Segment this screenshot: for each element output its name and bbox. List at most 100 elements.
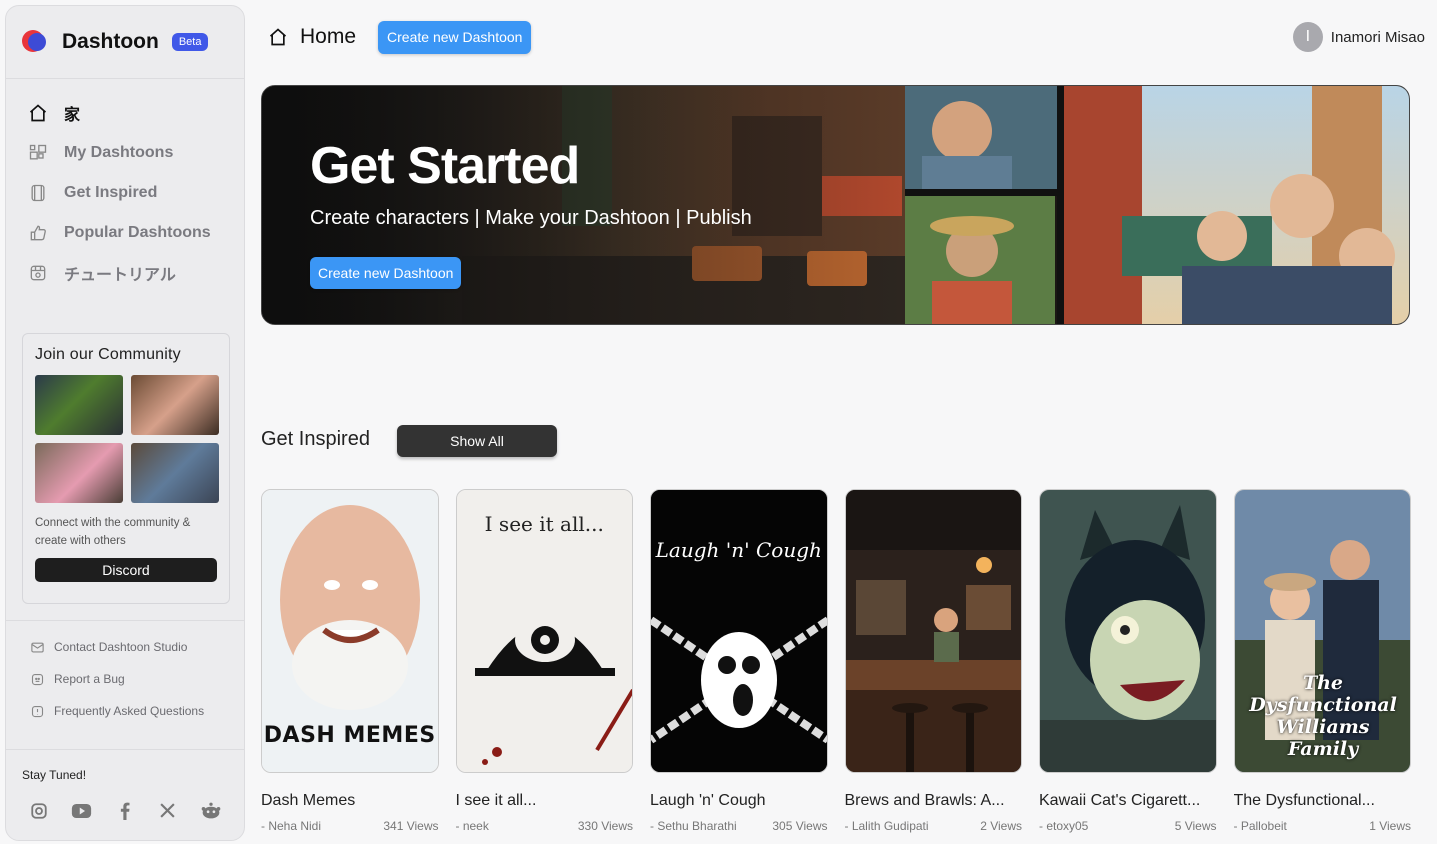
card-cover-text: DASH MEMES bbox=[263, 723, 436, 748]
brand[interactable]: Dashtoon Beta bbox=[6, 6, 244, 79]
faq-label: Frequently Asked Questions bbox=[54, 704, 205, 718]
thumbs-up-icon bbox=[30, 225, 46, 241]
sidebar-item-popular[interactable]: Popular Dashtoons bbox=[6, 213, 244, 253]
faq-link[interactable]: Frequently Asked Questions bbox=[6, 695, 244, 727]
support-links: Contact Dashtoon Studio Report a Bug Fre… bbox=[6, 620, 244, 727]
card-views: 2 Views bbox=[980, 819, 1022, 833]
sidebar-item-get-inspired[interactable]: Get Inspired bbox=[6, 173, 244, 213]
x-icon[interactable] bbox=[157, 800, 178, 821]
card-cover: Laugh 'n' Cough bbox=[650, 489, 828, 773]
community-title: Join our Community bbox=[35, 346, 181, 363]
sidebar-item-label: Get Inspired bbox=[64, 184, 158, 201]
card-cover bbox=[1039, 489, 1217, 773]
contact-link[interactable]: Contact Dashtoon Studio bbox=[6, 631, 244, 663]
stay-tuned: Stay Tuned! bbox=[6, 749, 244, 821]
card-title: Kawaii Cat's Cigarett... bbox=[1039, 792, 1201, 809]
user-name: Inamori Misao bbox=[1330, 28, 1425, 46]
hero-banner: Get Started Create characters | Make you… bbox=[261, 85, 1410, 325]
dashtoon-card[interactable]: I see it all... I see it all... - neek 3… bbox=[455, 489, 634, 833]
dashtoon-card[interactable]: Kawaii Cat's Cigarett... - etoxy05 5 Vie… bbox=[1039, 489, 1217, 833]
mail-icon bbox=[31, 642, 44, 652]
card-title: I see it all... bbox=[455, 792, 537, 809]
card-cover bbox=[844, 489, 1022, 773]
hero-artwork bbox=[262, 86, 1409, 324]
card-views: 341 Views bbox=[383, 819, 439, 833]
instagram-icon[interactable] bbox=[28, 800, 49, 821]
sidebar-item-label: Popular Dashtoons bbox=[64, 224, 211, 241]
tutorial-icon bbox=[30, 265, 46, 281]
hero-title: Get Started bbox=[310, 137, 580, 195]
inspired-cards: DASH MEMES Dash Memes - Neha Nidi 341 Vi… bbox=[261, 489, 1411, 833]
dashtoon-card[interactable]: DASH MEMES Dash Memes - Neha Nidi 341 Vi… bbox=[261, 489, 439, 833]
show-all-button[interactable]: Show All bbox=[397, 425, 557, 457]
community-images bbox=[35, 375, 219, 503]
card-cover: I see it all... bbox=[455, 489, 633, 773]
card-title: Brews and Brawls: A... bbox=[844, 792, 1005, 809]
sidebar-item-my-dashtoons[interactable]: My Dashtoons bbox=[6, 133, 244, 173]
card-meta: - Lalith Gudipati 2 Views bbox=[845, 819, 1023, 833]
community-image-elephant bbox=[131, 443, 219, 503]
card-cover-text: Laugh 'n' Cough bbox=[655, 538, 822, 562]
brand-name: Dashtoon bbox=[62, 30, 159, 53]
discord-button[interactable]: Discord bbox=[35, 558, 217, 582]
card-meta: - etoxy05 5 Views bbox=[1039, 819, 1217, 833]
top-bar: Home Create new Dashtoon bbox=[268, 20, 532, 54]
sidebar-item-label: My Dashtoons bbox=[64, 144, 174, 161]
create-dashtoon-button[interactable]: Create new Dashtoon bbox=[378, 20, 532, 54]
card-cover-text: I see it all... bbox=[484, 512, 604, 536]
bug-icon bbox=[31, 673, 44, 685]
dashtoon-card[interactable]: The Dysfunctional Williams Family The Dy… bbox=[1233, 489, 1412, 833]
card-author: - Lalith Gudipati bbox=[844, 819, 929, 833]
beta-badge: Beta bbox=[171, 33, 209, 51]
card-author: - etoxy05 bbox=[1039, 819, 1089, 833]
card-meta: - Pallobeit 1 Views bbox=[1234, 819, 1412, 833]
social-links bbox=[22, 800, 228, 821]
card-meta: - Neha Nidi 341 Views bbox=[261, 819, 439, 833]
card-meta: - neek 330 Views bbox=[456, 819, 634, 833]
avatar: I bbox=[1292, 22, 1323, 52]
reddit-icon[interactable] bbox=[200, 800, 221, 821]
card-title: Laugh 'n' Cough bbox=[650, 792, 766, 809]
layers-icon bbox=[31, 184, 45, 202]
report-bug-label: Report a Bug bbox=[54, 672, 125, 686]
sidebar-item-home[interactable]: 家 bbox=[6, 93, 244, 133]
card-title: The Dysfunctional... bbox=[1233, 792, 1375, 809]
card-views: 330 Views bbox=[577, 819, 633, 833]
home-icon[interactable] bbox=[268, 27, 288, 47]
card-cover-art bbox=[651, 490, 827, 772]
community-image-pig bbox=[131, 375, 219, 435]
card-cover: The Dysfunctional Williams Family bbox=[1233, 489, 1411, 773]
user-menu[interactable]: I Inamori Misao bbox=[1292, 22, 1425, 52]
community-image-bird bbox=[35, 443, 123, 503]
hero-subtitle: Create characters | Make your Dashtoon |… bbox=[310, 207, 752, 229]
card-author: - Sethu Bharathi bbox=[650, 819, 737, 833]
dashtoon-logo bbox=[22, 29, 48, 55]
sidebar-nav: 家 My Dashtoons Get Inspired Popular Dash… bbox=[6, 79, 244, 293]
card-author: - Pallobeit bbox=[1233, 819, 1287, 833]
card-views: 305 Views bbox=[772, 819, 828, 833]
contact-label: Contact Dashtoon Studio bbox=[54, 640, 188, 654]
card-cover-art bbox=[1040, 490, 1216, 772]
hero-create-button[interactable]: Create new Dashtoon bbox=[310, 257, 462, 289]
community-image-frog bbox=[35, 375, 123, 435]
card-title: Dash Memes bbox=[261, 792, 356, 809]
report-bug-link[interactable]: Report a Bug bbox=[6, 663, 244, 695]
card-cover-text: The Dysfunctional Williams Family bbox=[1249, 672, 1397, 760]
stay-tuned-label: Stay Tuned! bbox=[22, 768, 87, 782]
home-icon bbox=[29, 104, 47, 122]
youtube-icon[interactable] bbox=[71, 800, 92, 821]
grid-icon bbox=[29, 144, 47, 160]
card-views: 1 Views bbox=[1369, 819, 1411, 833]
dashtoon-card[interactable]: Brews and Brawls: A... - Lalith Gudipati… bbox=[844, 489, 1023, 833]
community-card: Join our Community Connect with the comm… bbox=[22, 333, 230, 604]
card-author: - Neha Nidi bbox=[261, 819, 322, 833]
sidebar: Dashtoon Beta 家 My Dashtoons Get Inspire… bbox=[5, 5, 245, 841]
dashtoon-card[interactable]: Laugh 'n' Cough Laugh 'n' Cough - Sethu … bbox=[650, 489, 828, 833]
facebook-icon[interactable] bbox=[114, 800, 135, 821]
card-meta: - Sethu Bharathi 305 Views bbox=[650, 819, 828, 833]
sidebar-item-tutorial[interactable]: チュートリアル bbox=[6, 253, 244, 293]
card-author: - neek bbox=[455, 819, 489, 833]
sidebar-item-label: チュートリアル bbox=[64, 267, 176, 284]
card-views: 5 Views bbox=[1174, 819, 1217, 833]
help-icon bbox=[31, 705, 44, 717]
